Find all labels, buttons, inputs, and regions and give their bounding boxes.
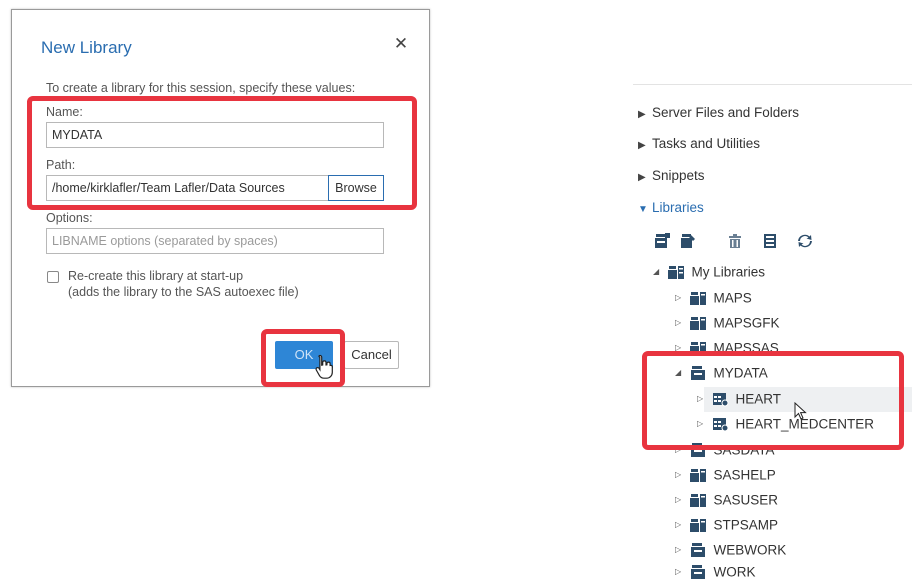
nav-separator: [633, 84, 912, 85]
collapsed-triangle-icon: ▷: [675, 293, 682, 303]
collapsed-triangle-icon: ▷: [675, 470, 682, 480]
tree-table-heart[interactable]: ▷ HEART: [697, 389, 781, 409]
section-tasks-utilities[interactable]: ▶ Tasks and Utilities: [638, 136, 760, 151]
table-view-icon[interactable]: [761, 232, 779, 250]
options-label: Options:: [46, 211, 93, 225]
new-library-icon[interactable]: [653, 232, 671, 250]
library-icon: [689, 469, 706, 483]
tree-my-libraries[interactable]: ◢ My Libraries: [653, 262, 765, 282]
recreate-checkbox[interactable]: [47, 271, 59, 283]
delete-icon[interactable]: [726, 232, 744, 250]
collapsed-arrow-icon: ▶: [638, 172, 646, 183]
library-icon: [689, 519, 706, 533]
collapsed-triangle-icon: ▷: [697, 394, 704, 404]
tree-library-webwork[interactable]: ▷ WEBWORK: [675, 540, 786, 560]
libraries-folder-icon: [667, 266, 684, 280]
data-table-icon: [712, 418, 729, 432]
properties-icon[interactable]: [679, 232, 697, 250]
expanded-triangle-icon: ◢: [653, 267, 660, 277]
collapsed-triangle-icon: ▷: [675, 545, 682, 555]
library-drawer-icon: [690, 565, 705, 580]
collapsed-triangle-icon: ▷: [675, 520, 682, 530]
cancel-button[interactable]: Cancel: [344, 341, 399, 369]
section-libraries[interactable]: ▼ Libraries: [638, 200, 704, 215]
recreate-label: Re-create this library at start-up (adds…: [68, 268, 299, 300]
tree-library-work[interactable]: ▷ WORK: [675, 562, 756, 582]
refresh-icon[interactable]: [796, 232, 814, 250]
recreate-line1: Re-create this library at start-up: [68, 269, 244, 283]
collapsed-triangle-icon: ▷: [675, 495, 682, 505]
section-server-files[interactable]: ▶ Server Files and Folders: [638, 105, 799, 120]
new-library-dialog: New Library ✕ To create a library for th…: [11, 9, 430, 387]
path-label: Path:: [46, 158, 76, 172]
tree-table-heart-medcenter[interactable]: ▷ HEART_MEDCENTER: [697, 414, 874, 434]
collapsed-triangle-icon: ▷: [675, 445, 682, 455]
collapsed-triangle-icon: ▷: [675, 343, 682, 353]
tree-library-sashelp[interactable]: ▷ SASHELP: [675, 465, 776, 485]
library-icon: [689, 292, 706, 306]
collapsed-triangle-icon: ▷: [675, 567, 682, 577]
browse-button[interactable]: Browse: [328, 175, 384, 201]
expanded-arrow-icon: ▼: [638, 204, 648, 215]
path-field[interactable]: /home/kirklafler/Team Lafler/Data Source…: [46, 175, 329, 201]
section-snippets[interactable]: ▶ Snippets: [638, 168, 705, 183]
dialog-title: New Library: [41, 38, 132, 57]
tree-library-mapsgfk[interactable]: ▷ MAPSGFK: [675, 313, 780, 333]
name-field[interactable]: MYDATA: [46, 122, 384, 148]
close-icon[interactable]: ✕: [391, 34, 411, 54]
tree-library-mapssas[interactable]: ▷ MAPSSAS: [675, 338, 779, 358]
dialog-instruction: To create a library for this session, sp…: [46, 81, 356, 95]
tree-library-mydata[interactable]: ◢ MYDATA: [675, 363, 768, 383]
collapsed-arrow-icon: ▶: [638, 109, 646, 120]
tree-library-maps[interactable]: ▷ MAPS: [675, 288, 752, 308]
name-label: Name:: [46, 105, 83, 119]
ok-button[interactable]: OK: [275, 341, 333, 369]
tree-library-stpsamp[interactable]: ▷ STPSAMP: [675, 515, 778, 535]
data-table-icon: [712, 393, 729, 407]
library-icon: [689, 317, 706, 331]
recreate-line2: (adds the library to the SAS autoexec fi…: [68, 285, 299, 299]
collapsed-triangle-icon: ▷: [675, 318, 682, 328]
library-drawer-icon: [690, 543, 705, 558]
expanded-triangle-icon: ◢: [675, 368, 682, 378]
library-drawer-icon: [690, 366, 705, 381]
tree-library-sasuser[interactable]: ▷ SASUSER: [675, 490, 778, 510]
tree-library-sasdata[interactable]: ▷ SASDATA: [675, 440, 775, 460]
collapsed-triangle-icon: ▷: [697, 419, 704, 429]
collapsed-arrow-icon: ▶: [638, 140, 646, 151]
library-icon: [689, 342, 706, 356]
options-field[interactable]: LIBNAME options (separated by spaces): [46, 228, 384, 254]
library-icon: [689, 494, 706, 508]
library-drawer-icon: [690, 443, 705, 458]
